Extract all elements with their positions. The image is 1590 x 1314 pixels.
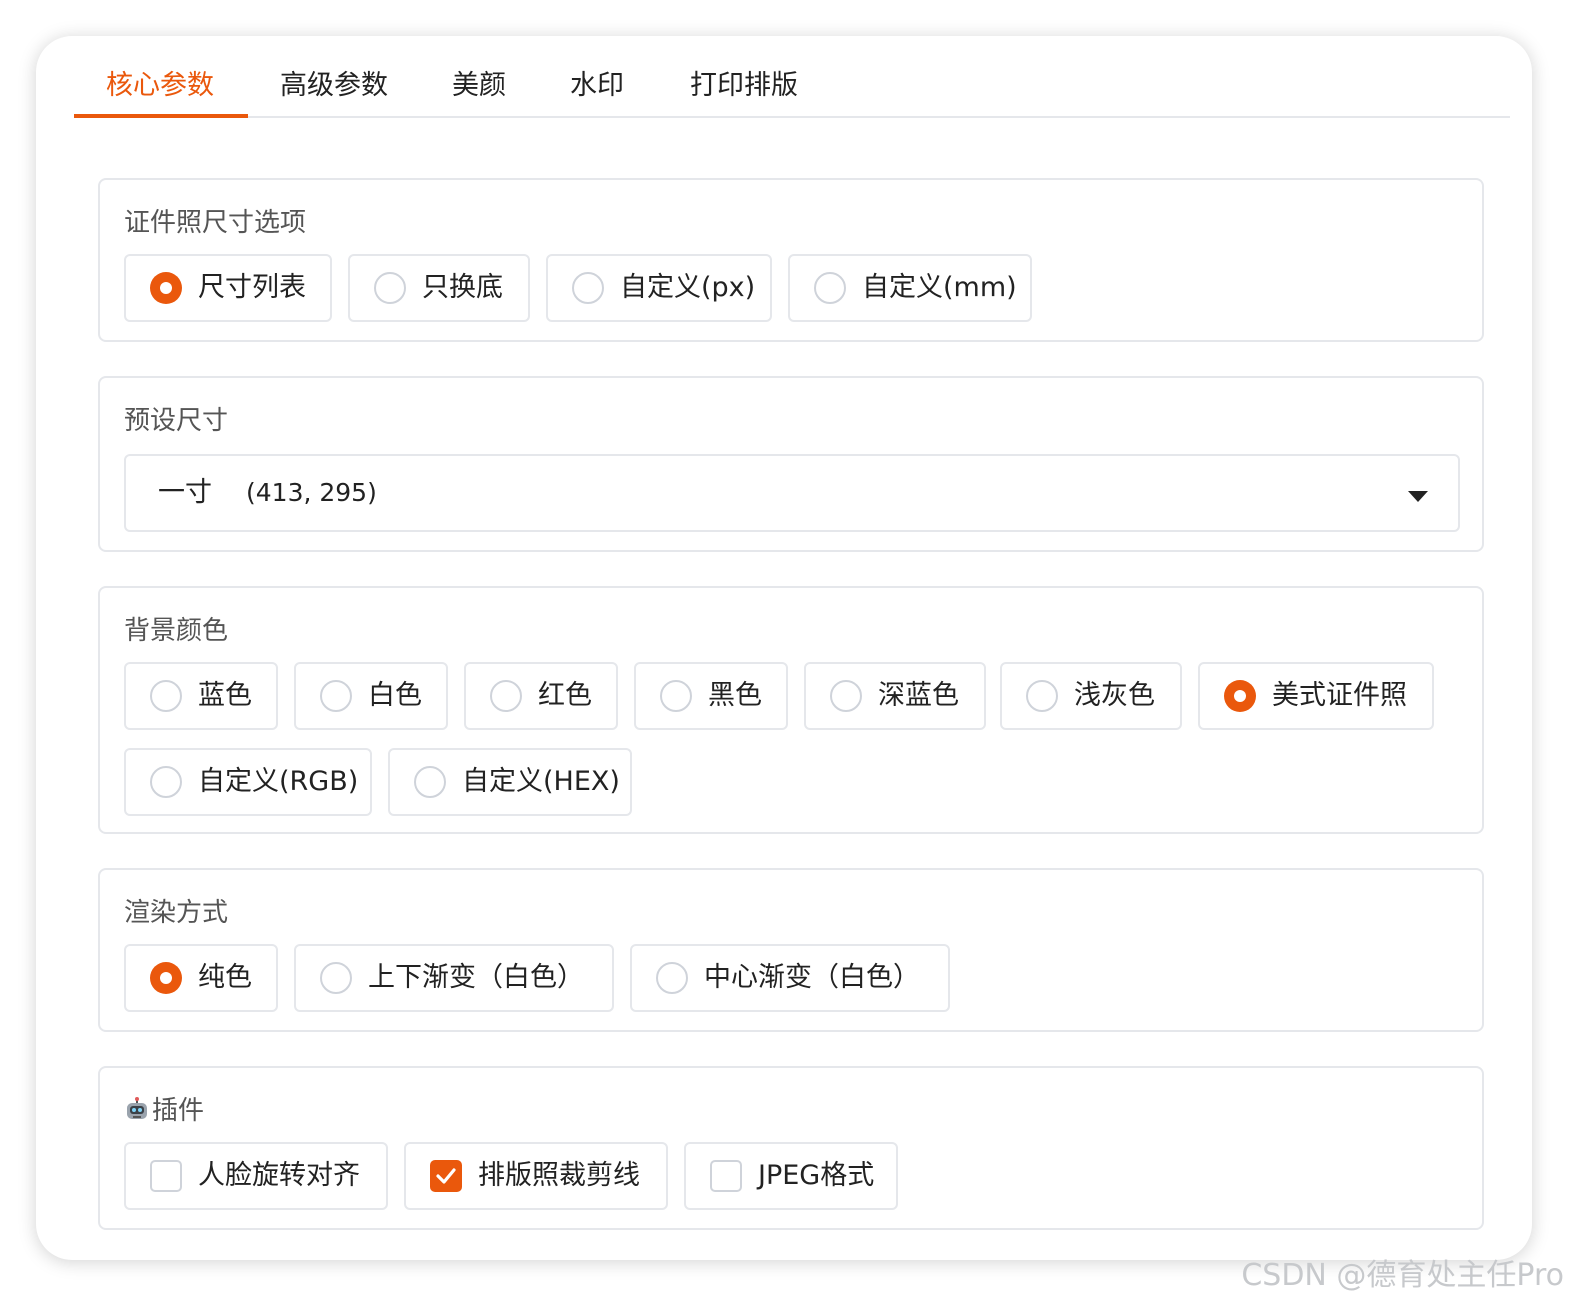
background-color-group: 背景颜色 蓝色 白色 红色 黑色 深蓝色 浅灰色 美式证件照 自定义(RGB) …: [98, 586, 1484, 834]
radio-solid[interactable]: 纯色: [124, 944, 278, 1012]
dropdown-selected-name: 一寸: [158, 477, 212, 508]
render-mode-group: 渲染方式 纯色 上下渐变（白色） 中心渐变（白色）: [98, 868, 1484, 1032]
radio-red[interactable]: 红色: [464, 662, 618, 730]
caret-down-icon: [1408, 488, 1428, 507]
radio-unchecked-icon: [414, 766, 446, 798]
radio-checked-icon: [150, 272, 182, 304]
radio-center-gradient[interactable]: 中心渐变（白色）: [630, 944, 950, 1012]
tab-bar: 核心参数 高级参数 美颜 水印 打印排版: [74, 56, 1510, 118]
plugins-group: 插件 人脸旋转对齐 排版照裁剪线 JPEG格式: [98, 1066, 1484, 1230]
checkbox-unchecked-icon: [150, 1160, 182, 1192]
tab-watermark[interactable]: 水印: [570, 56, 624, 116]
radio-unchecked-icon: [320, 680, 352, 712]
group-label: 插件: [124, 1090, 204, 1130]
tab-print-layout[interactable]: 打印排版: [690, 56, 798, 116]
radio-unchecked-icon: [150, 766, 182, 798]
radio-unchecked-icon: [490, 680, 522, 712]
radio-size-list[interactable]: 尺寸列表: [124, 254, 332, 322]
tab-core-params[interactable]: 核心参数: [106, 56, 214, 116]
robot-icon: [124, 1097, 150, 1130]
radio-blue[interactable]: 蓝色: [124, 662, 278, 730]
radio-only-change-bg[interactable]: 只换底: [348, 254, 530, 322]
dropdown-selected-value: (413, 295): [246, 478, 377, 507]
radio-unchecked-icon: [656, 962, 688, 994]
active-tab-underline: [74, 114, 248, 118]
radio-black[interactable]: 黑色: [634, 662, 788, 730]
checkbox-unchecked-icon: [710, 1160, 742, 1192]
watermark-text: CSDN @德育处主任Pro: [1241, 1258, 1564, 1293]
radio-custom-mm[interactable]: 自定义(mm): [788, 254, 1032, 322]
radio-checked-icon: [1224, 680, 1256, 712]
checkbox-crop-lines[interactable]: 排版照裁剪线: [404, 1142, 668, 1210]
plugins-label: 插件: [152, 1096, 205, 1126]
radio-vertical-gradient[interactable]: 上下渐变（白色）: [294, 944, 614, 1012]
group-label: 渲染方式: [124, 898, 229, 928]
checkbox-jpeg-format[interactable]: JPEG格式: [684, 1142, 898, 1210]
checkbox-face-align[interactable]: 人脸旋转对齐: [124, 1142, 388, 1210]
preset-size-dropdown[interactable]: 一寸 (413, 295): [124, 454, 1460, 532]
group-label: 证件照尺寸选项: [124, 208, 307, 238]
radio-custom-px[interactable]: 自定义(px): [546, 254, 772, 322]
radio-unchecked-icon: [660, 680, 692, 712]
tab-beauty[interactable]: 美颜: [452, 56, 506, 116]
radio-checked-icon: [150, 962, 182, 994]
radio-unchecked-icon: [1026, 680, 1058, 712]
radio-custom-rgb[interactable]: 自定义(RGB): [124, 748, 372, 816]
radio-dark-blue[interactable]: 深蓝色: [804, 662, 986, 730]
radio-unchecked-icon: [320, 962, 352, 994]
group-label: 背景颜色: [124, 616, 229, 646]
tab-advanced-params[interactable]: 高级参数: [280, 56, 388, 116]
radio-unchecked-icon: [374, 272, 406, 304]
radio-white[interactable]: 白色: [294, 662, 448, 730]
checkbox-checked-icon: [430, 1160, 462, 1192]
radio-unchecked-icon: [572, 272, 604, 304]
radio-us-id-photo[interactable]: 美式证件照: [1198, 662, 1434, 730]
group-label: 预设尺寸: [124, 406, 229, 436]
radio-light-gray[interactable]: 浅灰色: [1000, 662, 1182, 730]
preset-size-group: 预设尺寸 一寸 (413, 295): [98, 376, 1484, 552]
size-options-group: 证件照尺寸选项 尺寸列表 只换底 自定义(px) 自定义(mm): [98, 178, 1484, 342]
radio-unchecked-icon: [830, 680, 862, 712]
radio-custom-hex[interactable]: 自定义(HEX): [388, 748, 632, 816]
radio-unchecked-icon: [814, 272, 846, 304]
radio-unchecked-icon: [150, 680, 182, 712]
